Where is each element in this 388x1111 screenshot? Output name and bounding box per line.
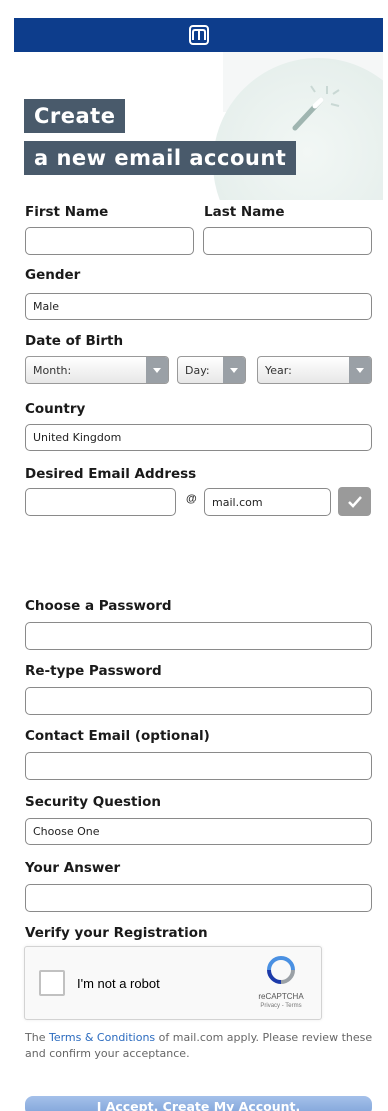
desired-email-label: Desired Email Address	[25, 466, 197, 482]
year-select[interactable]: Year:	[257, 356, 372, 384]
year-select-value: Year:	[265, 363, 292, 377]
month-select[interactable]: Month:	[25, 356, 169, 384]
recaptcha-links[interactable]: Privacy - Terms	[251, 1003, 311, 1009]
magic-wand-icon	[292, 85, 340, 131]
chevron-down-icon	[146, 357, 168, 383]
header-bar	[14, 18, 383, 52]
last-name-input[interactable]	[203, 227, 372, 255]
dob-label: Date of Birth	[25, 333, 124, 349]
country-label: Country	[25, 401, 86, 417]
check-availability-button[interactable]	[338, 487, 371, 516]
retype-password-input[interactable]	[25, 687, 372, 715]
terms-link[interactable]: Terms & Conditions	[49, 1031, 155, 1044]
contact-email-input[interactable]	[25, 752, 372, 780]
recaptcha-brand-name: reCAPTCHA	[258, 992, 304, 1001]
checkmark-icon	[347, 495, 362, 508]
recaptcha-brand: reCAPTCHA Privacy - Terms	[251, 955, 311, 1009]
month-select-value: Month:	[33, 363, 72, 377]
chevron-down-icon	[223, 357, 245, 383]
email-domain-select[interactable]: mail.com	[204, 488, 331, 516]
day-select[interactable]: Day:	[177, 356, 246, 384]
mail-com-logo-icon[interactable]	[188, 25, 209, 45]
first-name-label: First Name	[25, 204, 109, 220]
gender-select[interactable]: Male	[25, 293, 372, 320]
retype-password-label: Re-type Password	[25, 663, 162, 679]
create-account-button[interactable]: I Accept. Create My Account.	[25, 1096, 372, 1111]
security-question-label: Security Question	[25, 794, 161, 810]
chevron-down-icon	[349, 357, 371, 383]
contact-email-label: Contact Email (optional)	[25, 728, 210, 744]
password-label: Choose a Password	[25, 598, 172, 614]
at-sign: @	[186, 493, 197, 505]
recaptcha-logo-icon	[267, 956, 295, 984]
country-select[interactable]: United Kingdom	[25, 424, 372, 451]
first-name-input[interactable]	[25, 227, 194, 255]
verify-label: Verify your Registration	[25, 925, 208, 941]
day-select-value: Day:	[185, 363, 210, 377]
page-title-line1: Create	[24, 99, 126, 134]
email-local-input[interactable]	[25, 488, 176, 516]
page-title-line2: a new email account	[24, 141, 297, 176]
recaptcha-checkbox[interactable]	[39, 970, 65, 996]
hero-banner: Create a new email account	[14, 52, 383, 200]
terms-prefix: The	[25, 1031, 49, 1044]
terms-text: The Terms & Conditions of mail.com apply…	[25, 1030, 377, 1062]
gender-label: Gender	[25, 267, 81, 283]
answer-label: Your Answer	[25, 860, 121, 876]
recaptcha-text: I'm not a robot	[77, 976, 160, 991]
last-name-label: Last Name	[204, 204, 285, 220]
answer-input[interactable]	[25, 884, 372, 912]
recaptcha-widget: I'm not a robot reCAPTCHA Privacy - Term…	[24, 946, 322, 1020]
password-input[interactable]	[25, 622, 372, 650]
security-question-select[interactable]: Choose One	[25, 818, 372, 845]
